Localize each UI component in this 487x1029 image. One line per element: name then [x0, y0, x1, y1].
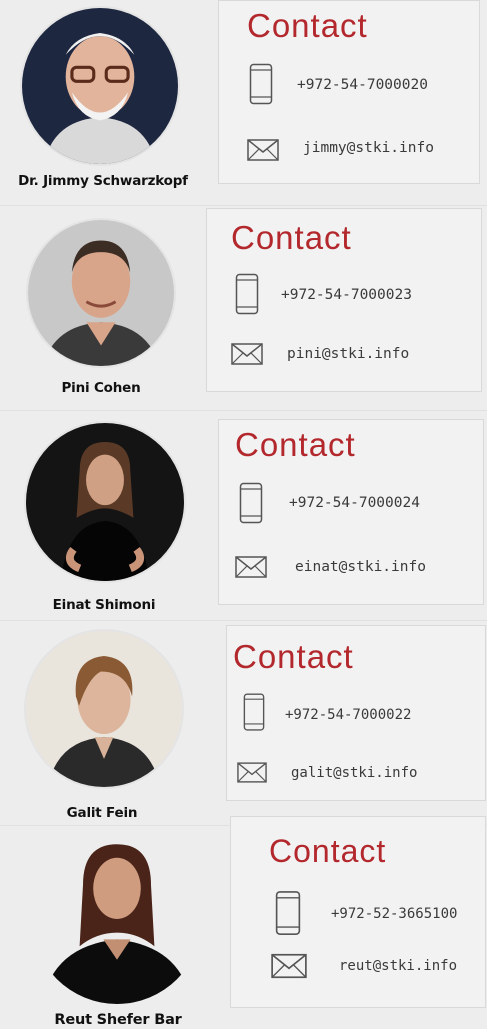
avatar	[26, 218, 176, 368]
mail-icon	[235, 556, 267, 578]
avatar	[24, 421, 186, 583]
person-name: Pini Cohen	[61, 380, 141, 396]
contact-block: Dr. Jimmy Schwarzkopf Contact +972-54-70…	[0, 0, 487, 205]
avatar	[30, 832, 204, 1006]
person-photo	[28, 220, 174, 366]
person-name: Galit Fein	[66, 805, 138, 821]
email-address[interactable]: reut@stki.info	[339, 959, 457, 973]
mail-icon	[231, 343, 263, 365]
avatar	[24, 629, 184, 789]
contact-card: Contact +972-54-7000023 pini@stki.info	[206, 208, 482, 392]
phone-icon	[239, 482, 263, 524]
phone-number[interactable]: +972-54-7000022	[285, 708, 411, 722]
contact-card: Contact +972-54-7000024 einat@stki.info	[218, 419, 484, 605]
person-photo	[26, 423, 184, 581]
contact-block: Pini Cohen Contact +972-54-7000023 pini@…	[0, 205, 487, 410]
contact-heading: Contact	[269, 833, 387, 869]
phone-number[interactable]: +972-54-7000023	[281, 288, 412, 303]
phone-icon	[235, 273, 259, 315]
email-address[interactable]: einat@stki.info	[295, 560, 426, 575]
mail-icon	[247, 139, 279, 161]
person-photo	[26, 631, 182, 787]
contact-directory: Dr. Jimmy Schwarzkopf Contact +972-54-70…	[0, 0, 487, 1029]
email-address[interactable]: jimmy@stki.info	[303, 141, 434, 156]
contact-heading: Contact	[231, 219, 352, 256]
contact-block: Reut Shefer Bar Contact +972-52-3665100 …	[0, 816, 487, 1029]
phone-number[interactable]: +972-54-7000020	[297, 78, 428, 93]
email-address[interactable]: galit@stki.info	[291, 766, 417, 780]
contact-heading: Contact	[233, 638, 354, 675]
person-photo	[32, 834, 202, 1004]
mail-icon	[271, 953, 307, 979]
contact-block: Galit Fein Contact +972-54-7000022 galit…	[0, 620, 487, 825]
person-name: Einat Shimoni	[52, 597, 156, 613]
phone-icon	[243, 693, 265, 731]
phone-number[interactable]: +972-54-7000024	[289, 496, 420, 511]
mail-icon	[237, 762, 267, 783]
contact-heading: Contact	[235, 426, 356, 463]
phone-icon	[249, 63, 273, 105]
contact-heading: Contact	[247, 7, 368, 44]
contact-card: Contact +972-54-7000022 galit@stki.info	[226, 625, 486, 801]
avatar	[20, 6, 180, 166]
email-address[interactable]: pini@stki.info	[287, 347, 409, 362]
person-photo	[22, 8, 178, 164]
contact-block: Einat Shimoni Contact +972-54-7000024 ei…	[0, 410, 487, 620]
phone-number[interactable]: +972-52-3665100	[331, 907, 457, 921]
contact-card: Contact +972-52-3665100 reut@stki.info	[230, 816, 486, 1008]
contact-card: Contact +972-54-7000020 jimmy@stki.info	[218, 0, 480, 184]
person-name: Dr. Jimmy Schwarzkopf	[18, 173, 188, 189]
phone-icon	[275, 891, 301, 935]
person-name: Reut Shefer Bar	[54, 1012, 182, 1028]
